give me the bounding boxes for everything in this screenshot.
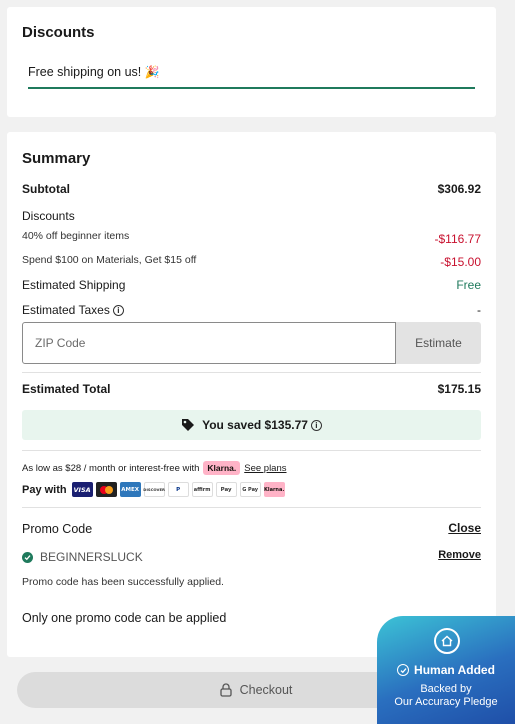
paypal-icon: P [167, 482, 189, 497]
free-shipping-banner: Free shipping on us! 🎉 [28, 63, 475, 89]
divider [22, 507, 481, 508]
promo-note: Only one promo code can be applied [22, 611, 227, 625]
estimate-button[interactable]: Estimate [396, 322, 481, 364]
accuracy-pledge-badge[interactable]: Human Added Backed by Our Accuracy Pledg… [377, 616, 515, 724]
see-plans-link[interactable]: See plans [244, 463, 286, 474]
check-circle-icon [22, 551, 33, 563]
summary-card: Summary Subtotal $306.92 Discounts 40% o… [7, 132, 496, 657]
taxes-label: Estimated Taxes [22, 303, 110, 317]
promo-code-label: Promo Code [22, 522, 93, 536]
discounts-label: Discounts [22, 209, 75, 223]
discounts-card: Discounts Free shipping on us! 🎉 [7, 7, 496, 117]
pay-with-label: Pay with [22, 483, 67, 496]
total-label: Estimated Total [22, 382, 111, 396]
mastercard-icon [95, 482, 117, 497]
google-pay-icon: G Pay [239, 482, 261, 497]
checkout-label: Checkout [239, 683, 293, 697]
klarna-icon: Klarna. [263, 482, 285, 497]
discount-item-row: Spend $100 on Materials, Get $15 off -$1… [22, 251, 481, 269]
shipping-row: Estimated Shipping Free [22, 278, 481, 292]
subtotal-label: Subtotal [22, 182, 70, 196]
total-value: $175.15 [437, 382, 481, 396]
party-popper-icon: 🎉 [144, 65, 160, 79]
promo-success-message: Promo code has been successfully applied… [22, 576, 224, 588]
divider [22, 450, 481, 451]
discounts-title: Discounts [22, 24, 95, 41]
pledge-title: Human Added [414, 663, 495, 677]
subtotal-row: Subtotal $306.92 [22, 182, 481, 196]
zip-estimate-group: Estimate [22, 322, 481, 364]
total-row: Estimated Total $175.15 [22, 382, 481, 396]
affirm-icon: affirm [191, 482, 213, 497]
pledge-line-1: Backed by [420, 683, 472, 695]
apple-pay-icon: Pay [215, 482, 237, 497]
pledge-title-row: Human Added [377, 663, 515, 677]
discover-icon: DISCOVER [143, 482, 165, 497]
discount-item-value: -$116.77 [434, 232, 481, 246]
price-tag-icon [182, 419, 195, 431]
promo-close-link[interactable]: Close [448, 521, 481, 535]
discount-item-value: -$15.00 [440, 255, 481, 269]
lock-icon [219, 683, 232, 697]
promo-code-value: BEGINNERSLUCK [40, 550, 143, 564]
klarna-text: As low as $28 / month or interest-free w… [22, 462, 200, 474]
zip-code-input[interactable] [22, 322, 396, 364]
discounts-row: Discounts [22, 209, 481, 223]
klarna-promo: As low as $28 / month or interest-free w… [22, 461, 287, 475]
taxes-row: Estimated Taxes i - [22, 303, 481, 317]
applied-promo-code: BEGINNERSLUCK [22, 550, 143, 564]
divider [22, 372, 481, 373]
pay-with-row: Pay with VISA AMEX DISCOVER P affirm Pay… [22, 482, 288, 497]
discount-item-label: Spend $100 on Materials, Get $15 off [22, 254, 197, 266]
amex-icon: AMEX [119, 482, 141, 497]
taxes-value: - [477, 303, 481, 317]
check-circle-icon [397, 664, 410, 676]
home-shield-icon [434, 628, 460, 654]
summary-title: Summary [22, 150, 91, 167]
remove-promo-link[interactable]: Remove [438, 549, 481, 561]
visa-icon: VISA [71, 482, 93, 497]
pledge-line-2: Our Accuracy Pledge [394, 696, 498, 708]
info-icon[interactable]: i [112, 305, 124, 317]
free-shipping-message: Free shipping on us! [28, 65, 142, 79]
info-icon[interactable]: i [310, 419, 322, 431]
savings-banner: You saved $135.77 i [22, 410, 481, 440]
klarna-logo: Klarna. [203, 461, 241, 475]
discount-item-row: 40% off beginner items -$116.77 [22, 226, 481, 246]
savings-text: You saved $135.77 [202, 418, 308, 432]
subtotal-value: $306.92 [437, 182, 481, 196]
shipping-label: Estimated Shipping [22, 278, 126, 292]
shipping-value: Free [456, 278, 481, 292]
discount-item-label: 40% off beginner items [22, 230, 130, 242]
